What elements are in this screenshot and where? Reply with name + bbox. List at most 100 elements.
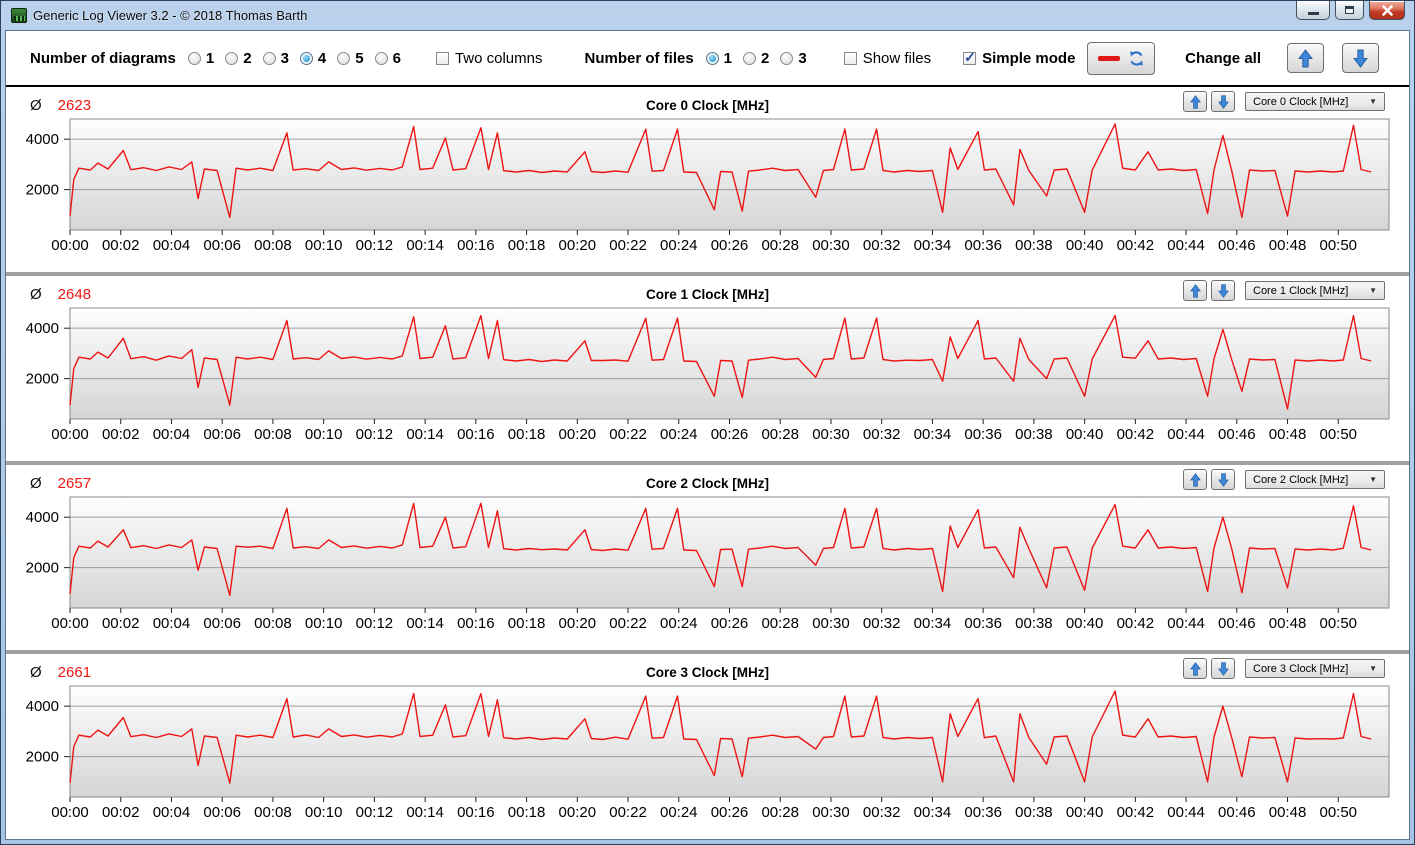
signal-select-value: Core 2 Clock [MHz] bbox=[1253, 473, 1349, 486]
average-value: 2648 bbox=[57, 285, 92, 303]
svg-text:00:04: 00:04 bbox=[153, 615, 191, 632]
move-chart-up-button[interactable] bbox=[1183, 469, 1207, 490]
svg-text:00:50: 00:50 bbox=[1319, 426, 1357, 443]
chart-plot[interactable]: 2000 4000 00:00 00:02 00:04 00:06 00:08 00:10 00… bbox=[18, 684, 1399, 824]
svg-text:00:20: 00:20 bbox=[559, 237, 597, 254]
radio-label: 3 bbox=[280, 49, 289, 67]
line-sample-icon bbox=[1097, 55, 1120, 61]
svg-text:00:26: 00:26 bbox=[711, 237, 749, 254]
radio-diagrams-5[interactable]: 5 bbox=[337, 50, 364, 67]
svg-text:00:04: 00:04 bbox=[153, 426, 191, 443]
svg-text:00:24: 00:24 bbox=[660, 615, 698, 632]
svg-text:00:40: 00:40 bbox=[1066, 615, 1104, 632]
move-chart-up-button[interactable] bbox=[1183, 280, 1207, 301]
maximize-button[interactable] bbox=[1335, 1, 1364, 20]
radio-diagrams-2[interactable]: 2 bbox=[225, 50, 252, 67]
radio-diagrams-1[interactable]: 1 bbox=[187, 50, 214, 67]
arrow-down-icon bbox=[1217, 472, 1229, 487]
arrow-up-icon bbox=[1189, 94, 1201, 109]
svg-text:00:02: 00:02 bbox=[102, 426, 140, 443]
radio-diagrams-6[interactable]: 6 bbox=[374, 50, 401, 67]
chart-plot[interactable]: 2000 4000 00:00 00:02 00:04 00:06 00:08 00:10 00… bbox=[18, 495, 1399, 635]
line-style-refresh-button[interactable] bbox=[1087, 41, 1156, 75]
svg-text:00:30: 00:30 bbox=[812, 804, 850, 821]
svg-text:00:18: 00:18 bbox=[508, 237, 546, 254]
move-chart-down-button[interactable] bbox=[1211, 469, 1235, 490]
chart-plot[interactable]: 2000 4000 00:00 00:02 00:04 00:06 00:08 00:10 00… bbox=[18, 306, 1399, 446]
simple-mode-checkbox[interactable]: ✓ Simple mode bbox=[963, 48, 1075, 67]
diagrams-radio-group: 1 2 3 4 5 6 bbox=[187, 49, 412, 67]
svg-text:00:08: 00:08 bbox=[254, 615, 292, 632]
svg-text:00:00: 00:00 bbox=[51, 804, 89, 821]
chart-panel-header: Ø 2648 Core 1 Clock [MHz] Core 1 Clock [… bbox=[30, 280, 1385, 305]
svg-text:00:40: 00:40 bbox=[1066, 237, 1104, 254]
move-chart-down-button[interactable] bbox=[1211, 280, 1235, 301]
svg-text:00:12: 00:12 bbox=[356, 804, 394, 821]
panels: Ø 2623 Core 0 Clock [MHz] Core 0 Clock [… bbox=[6, 87, 1409, 839]
chart-panel-1: Ø 2648 Core 1 Clock [MHz] Core 1 Clock [… bbox=[6, 276, 1409, 461]
radio-files-3[interactable]: 3 bbox=[780, 49, 807, 67]
average-symbol: Ø bbox=[30, 285, 42, 303]
svg-text:00:16: 00:16 bbox=[457, 615, 495, 632]
svg-text:00:18: 00:18 bbox=[508, 804, 546, 821]
average-symbol: Ø bbox=[30, 663, 42, 681]
signal-select-dropdown[interactable]: Core 1 Clock [MHz] ▼ bbox=[1245, 281, 1385, 300]
move-chart-up-button[interactable] bbox=[1183, 658, 1207, 679]
svg-text:00:26: 00:26 bbox=[711, 804, 749, 821]
move-chart-down-button[interactable] bbox=[1211, 658, 1235, 679]
check-icon: ✓ bbox=[964, 48, 976, 65]
svg-text:00:08: 00:08 bbox=[254, 804, 292, 821]
svg-text:00:00: 00:00 bbox=[51, 237, 89, 254]
close-icon bbox=[1381, 4, 1393, 16]
svg-text:00:38: 00:38 bbox=[1015, 237, 1053, 254]
window-title: Generic Log Viewer 3.2 - © 2018 Thomas B… bbox=[33, 8, 308, 23]
move-chart-up-button[interactable] bbox=[1183, 91, 1207, 112]
svg-text:00:50: 00:50 bbox=[1319, 237, 1357, 254]
change-all-down-button[interactable] bbox=[1342, 43, 1379, 73]
average-value: 2657 bbox=[57, 474, 92, 492]
svg-text:00:28: 00:28 bbox=[761, 615, 799, 632]
svg-text:00:36: 00:36 bbox=[964, 804, 1002, 821]
app-icon bbox=[11, 8, 27, 23]
svg-text:00:20: 00:20 bbox=[559, 426, 597, 443]
change-all-up-button[interactable] bbox=[1287, 43, 1324, 73]
radio-files-2[interactable]: 2 bbox=[743, 50, 769, 67]
two-columns-checkbox[interactable]: Two columns bbox=[435, 49, 543, 67]
svg-text:00:06: 00:06 bbox=[203, 237, 241, 254]
minimize-button[interactable] bbox=[1296, 1, 1330, 20]
radio-label: 2 bbox=[761, 49, 770, 67]
svg-text:00:50: 00:50 bbox=[1319, 804, 1357, 821]
move-chart-down-button[interactable] bbox=[1211, 91, 1235, 112]
signal-select-dropdown[interactable]: Core 2 Clock [MHz] ▼ bbox=[1245, 470, 1385, 489]
radio-diagrams-3[interactable]: 3 bbox=[262, 49, 289, 67]
two-columns-label: Two columns bbox=[454, 49, 543, 67]
svg-text:00:36: 00:36 bbox=[964, 615, 1002, 632]
svg-text:4000: 4000 bbox=[26, 320, 59, 337]
svg-text:00:24: 00:24 bbox=[660, 237, 698, 254]
signal-select-dropdown[interactable]: Core 3 Clock [MHz] ▼ bbox=[1245, 659, 1385, 678]
signal-select-dropdown[interactable]: Core 0 Clock [MHz] ▼ bbox=[1245, 92, 1385, 111]
radio-label: 3 bbox=[798, 49, 807, 67]
chevron-down-icon: ▼ bbox=[1369, 286, 1377, 295]
svg-text:4000: 4000 bbox=[26, 509, 59, 526]
svg-text:00:20: 00:20 bbox=[559, 615, 597, 632]
close-button[interactable] bbox=[1369, 1, 1405, 20]
svg-text:00:42: 00:42 bbox=[1117, 237, 1155, 254]
number-of-files-label: Number of files bbox=[584, 49, 694, 67]
average-symbol: Ø bbox=[30, 96, 42, 114]
radio-files-1[interactable]: 1 bbox=[705, 50, 732, 67]
chart-panel-header: Ø 2623 Core 0 Clock [MHz] Core 0 Clock [… bbox=[30, 91, 1385, 116]
svg-text:00:26: 00:26 bbox=[711, 615, 749, 632]
show-files-checkbox[interactable]: Show files bbox=[843, 50, 931, 67]
svg-text:00:40: 00:40 bbox=[1066, 426, 1104, 443]
number-of-diagrams-label: Number of diagrams bbox=[30, 49, 176, 67]
svg-text:00:38: 00:38 bbox=[1015, 804, 1053, 821]
svg-text:00:20: 00:20 bbox=[559, 804, 597, 821]
chevron-down-icon: ▼ bbox=[1369, 97, 1377, 106]
svg-text:00:46: 00:46 bbox=[1218, 804, 1256, 821]
svg-text:00:14: 00:14 bbox=[406, 804, 444, 821]
radio-diagrams-4[interactable]: 4 bbox=[299, 50, 326, 67]
chart-plot[interactable]: 2000 4000 00:00 00:02 00:04 00:06 00:08 00:10 00… bbox=[18, 117, 1399, 257]
svg-text:00:34: 00:34 bbox=[914, 804, 952, 821]
average-symbol: Ø bbox=[30, 474, 42, 492]
